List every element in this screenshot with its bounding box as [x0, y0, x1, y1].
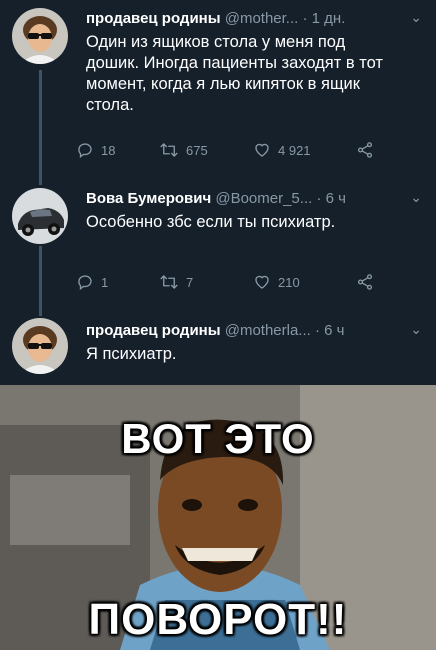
- heart-icon: [255, 275, 269, 289]
- tweet-text-line: момент, когда я лью кипяток в ящик: [86, 75, 360, 93]
- timestamp[interactable]: 6 ч: [326, 190, 346, 207]
- share-button[interactable]: [356, 141, 374, 159]
- retweet-icon: [160, 275, 178, 289]
- meme-bottom-caption: ПОВОРОТ!!: [88, 595, 348, 644]
- reply-icon: [78, 275, 92, 291]
- timestamp[interactable]: 6 ч: [324, 322, 344, 339]
- reply-button[interactable]: 18: [76, 141, 115, 159]
- chevron-down-icon[interactable]: ⌄: [410, 9, 422, 26]
- avatar[interactable]: [12, 318, 68, 374]
- chevron-down-icon[interactable]: ⌄: [410, 189, 422, 206]
- tweet[interactable]: продавец родины @motherla... · 6 ч ⌄ Я п…: [0, 318, 436, 380]
- retweet-count: 7: [186, 274, 194, 290]
- meme-image: ВОТ ЭТО ПОВОРОТ!!: [0, 385, 436, 650]
- tweet[interactable]: продавец родины @mother... · 1 дн. ⌄ Оди…: [0, 8, 436, 168]
- boy-with-sunglasses-avatar-image: [12, 8, 68, 64]
- tweet-text: Один из ящиков стола у меня под дошик. И…: [86, 32, 416, 116]
- user-handle[interactable]: @Boomer_5...: [215, 190, 312, 207]
- separator-dot: ·: [316, 190, 322, 207]
- share-button[interactable]: [356, 273, 374, 291]
- display-name[interactable]: продавец родины: [86, 322, 221, 339]
- chevron-down-icon[interactable]: ⌄: [410, 321, 422, 338]
- reply-icon: [78, 143, 92, 159]
- like-count: 210: [278, 274, 300, 290]
- timestamp[interactable]: 1 дн.: [312, 10, 346, 27]
- reply-count: 18: [101, 142, 116, 158]
- tweet-header: продавец родины @mother... · 1 дн. ⌄: [86, 9, 424, 30]
- share-icon: [357, 274, 373, 290]
- tweet-text-line: дошик. Иногда пациенты заходят в тот: [86, 54, 383, 72]
- tweet-actions: 18 675 4 921: [78, 141, 386, 163]
- tweet-text-line: Один из ящиков стола у меня под: [86, 33, 346, 51]
- display-name[interactable]: Вова Бумерович: [86, 190, 211, 207]
- tweet-header: продавец родины @motherla... · 6 ч ⌄: [86, 321, 424, 342]
- share-icon: [357, 142, 373, 158]
- heart-icon: [255, 143, 269, 157]
- retweet-button[interactable]: 7: [159, 273, 193, 291]
- tweet-header: Вова Бумерович @Boomer_5... · 6 ч ⌄: [86, 189, 424, 210]
- meme-top-caption: ВОТ ЭТО: [121, 415, 315, 462]
- like-button[interactable]: 4 921: [253, 141, 311, 159]
- tweet-text-line: Особенно збс если ты психиатр.: [86, 213, 336, 231]
- tweet-actions: 1 7 210: [78, 273, 386, 295]
- retweet-icon: [160, 143, 178, 157]
- separator-dot: ·: [302, 10, 308, 27]
- tweet-text: Особенно збс если ты психиатр.: [86, 212, 416, 233]
- retweet-count: 675: [186, 142, 208, 158]
- user-handle[interactable]: @motherla...: [225, 322, 311, 339]
- tweet-text-line: Я психиатр.: [86, 345, 177, 363]
- like-button[interactable]: 210: [253, 273, 300, 291]
- avatar[interactable]: [12, 8, 68, 64]
- reply-count: 1: [101, 274, 109, 290]
- separator-dot: ·: [314, 322, 320, 339]
- reply-button[interactable]: 1: [76, 273, 108, 291]
- display-name[interactable]: продавец родины: [86, 10, 221, 27]
- tweet-text-line: стола.: [86, 96, 134, 114]
- retweet-button[interactable]: 675: [159, 141, 208, 159]
- tweet-text: Я психиатр.: [86, 344, 416, 365]
- user-handle[interactable]: @mother...: [225, 10, 299, 27]
- boy-with-sunglasses-avatar-image: [12, 318, 68, 374]
- like-count: 4 921: [278, 142, 311, 158]
- tweet[interactable]: Вова Бумерович @Boomer_5... · 6 ч ⌄ Особ…: [0, 188, 436, 300]
- avatar[interactable]: [12, 188, 68, 244]
- car-avatar-image: [12, 188, 68, 244]
